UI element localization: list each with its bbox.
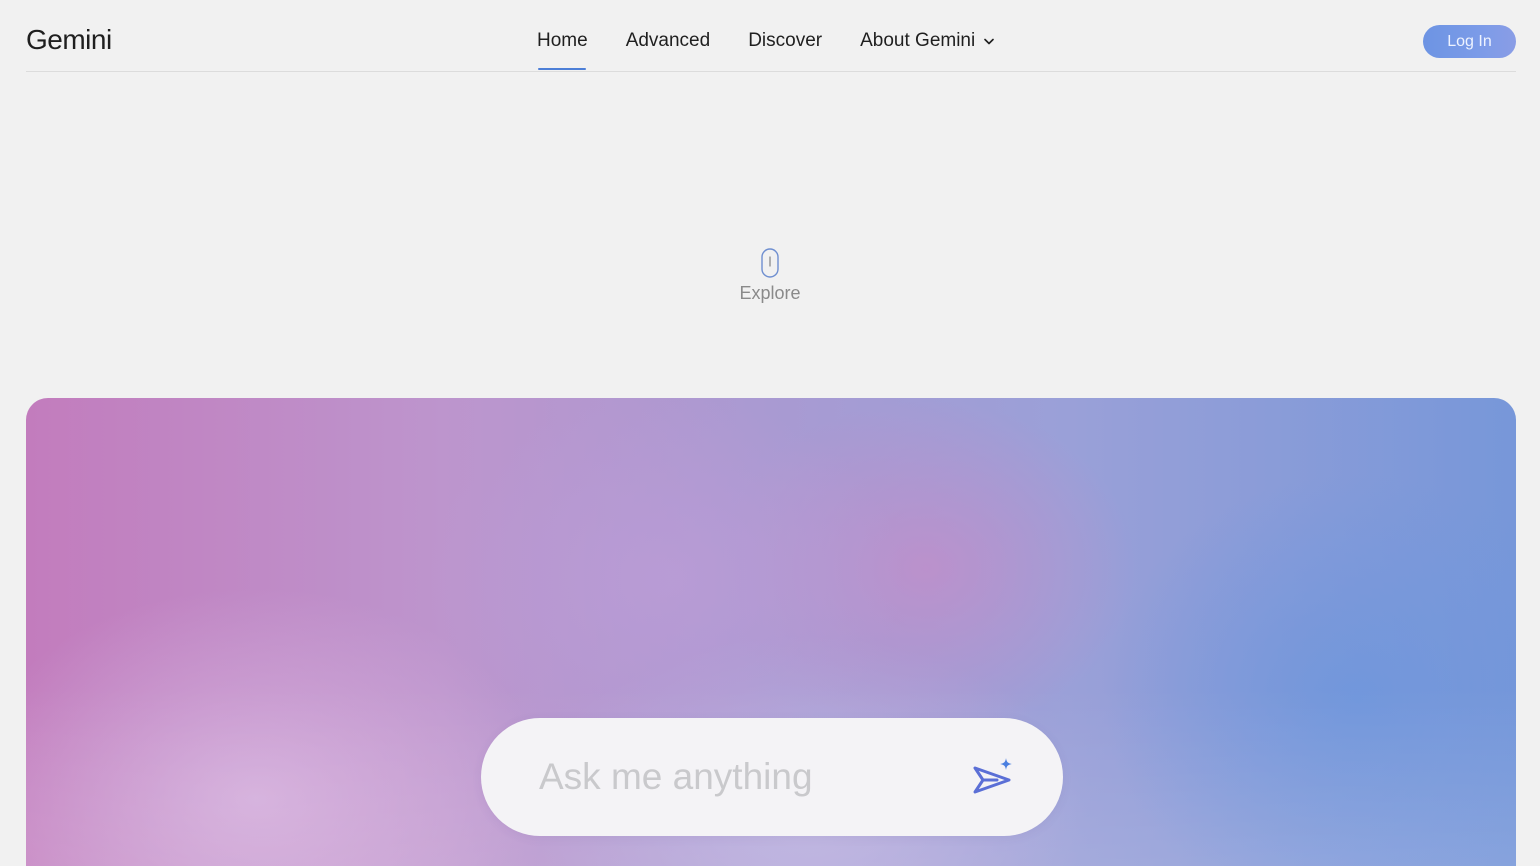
- nav-item-home[interactable]: Home: [537, 30, 588, 70]
- sparkle-send-icon[interactable]: [971, 756, 1015, 800]
- nav-item-label: Advanced: [625, 30, 711, 51]
- nav-item-label: Discover: [748, 30, 823, 51]
- nav-item-discover[interactable]: Discover: [748, 30, 822, 52]
- mouse-scroll-icon: [761, 248, 779, 278]
- nav-item-advanced[interactable]: Advanced: [626, 30, 711, 52]
- nav-item-about-gemini[interactable]: About Gemini: [860, 30, 995, 52]
- nav-item-label: Home: [537, 30, 588, 51]
- hero-banner: [26, 398, 1516, 866]
- explore-label: Explore: [739, 283, 801, 303]
- gemini-logo[interactable]: Gemini: [26, 24, 112, 56]
- ask-input[interactable]: [539, 752, 959, 802]
- nav-item-label: About Gemini: [860, 30, 976, 51]
- chevron-down-icon: [984, 38, 995, 44]
- login-button[interactable]: Log In: [1423, 25, 1516, 58]
- ask-box: [481, 718, 1063, 836]
- explore-scroll-hint[interactable]: Explore: [720, 248, 820, 304]
- top-header: Gemini Home Advanced Discover About Gemi…: [26, 0, 1516, 72]
- main-nav: Home Advanced Discover About Gemini: [537, 30, 995, 70]
- page: Gemini Home Advanced Discover About Gemi…: [0, 0, 1540, 866]
